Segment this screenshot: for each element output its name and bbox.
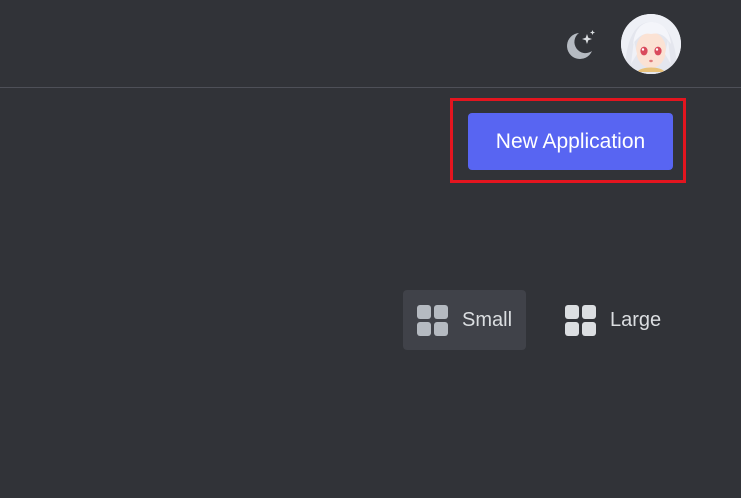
- top-bar: [0, 0, 741, 88]
- grid-large-icon: [565, 304, 596, 336]
- view-toggle-small-label: Small: [462, 308, 513, 331]
- view-toggle-large-label: Large: [610, 308, 662, 331]
- grid-small-icon: [417, 304, 448, 336]
- view-toggle-small[interactable]: Small: [403, 290, 526, 350]
- new-application-button[interactable]: New Application: [468, 113, 673, 170]
- avatar-image: [621, 14, 681, 74]
- user-avatar[interactable]: [621, 14, 681, 74]
- moon-stars-icon: [567, 30, 595, 59]
- theme-toggle-button[interactable]: [558, 26, 598, 66]
- view-toggle-large[interactable]: Large: [551, 290, 679, 350]
